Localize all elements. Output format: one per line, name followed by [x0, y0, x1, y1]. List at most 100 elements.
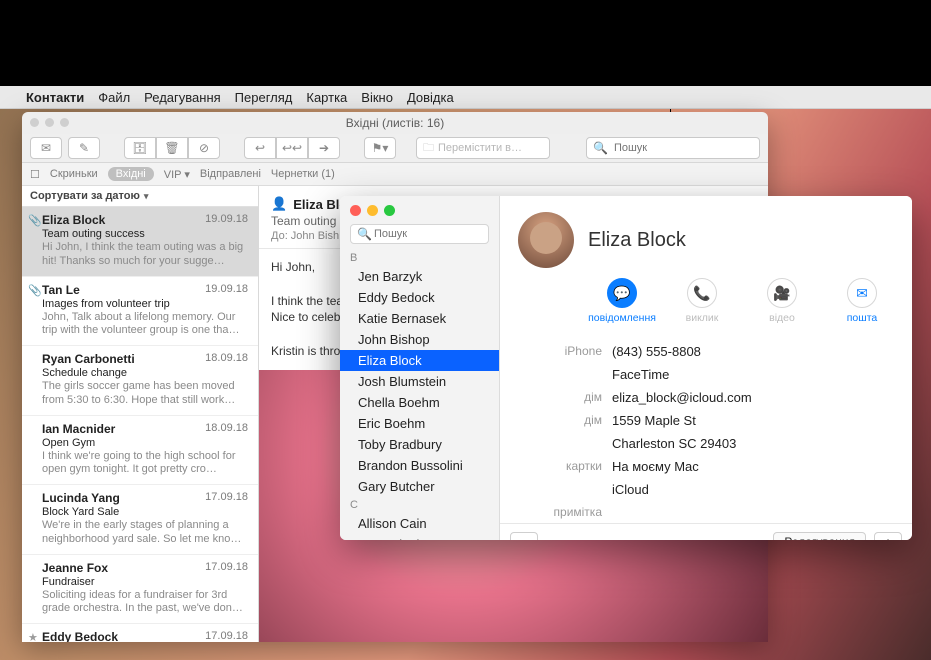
- archive-button[interactable]: 🗄: [124, 137, 156, 159]
- contact-item[interactable]: Eddy Bedock: [340, 287, 499, 308]
- get-mail-button[interactable]: ✉: [30, 137, 62, 159]
- edit-button[interactable]: Редагування: [773, 532, 866, 540]
- tab-mailboxes[interactable]: Скриньки: [50, 168, 98, 180]
- contacts-window: 🔍 BJen BarzykEddy BedockKatie BernasekJo…: [340, 196, 912, 540]
- tab-inbox[interactable]: Вхідні: [108, 167, 154, 181]
- field-value[interactable]: FaceTime: [612, 367, 669, 382]
- delete-button[interactable]: 🗑: [156, 137, 188, 159]
- junk-button[interactable]: ⊘: [188, 137, 220, 159]
- message-item[interactable]: Lucinda Yang17.09.18Block Yard SaleWe're…: [22, 485, 258, 555]
- menu-edit[interactable]: Редагування: [144, 90, 221, 105]
- contact-item[interactable]: Chella Boehm: [340, 392, 499, 413]
- menu-view[interactable]: Перегляд: [235, 90, 293, 105]
- contact-item[interactable]: Toby Bradbury: [340, 434, 499, 455]
- menu-file[interactable]: Файл: [98, 90, 130, 105]
- move-to-selector[interactable]: 🗀 Перемістити в…: [416, 137, 550, 159]
- menu-help[interactable]: Довідка: [407, 90, 454, 105]
- menu-card[interactable]: Картка: [306, 90, 347, 105]
- reply-all-button[interactable]: ↩↩: [276, 137, 308, 159]
- message-item[interactable]: 📎Tan Le19.09.18Images from volunteer tri…: [22, 277, 258, 347]
- action-label: повідомлення: [588, 312, 656, 324]
- tab-vip[interactable]: VIP ▾: [164, 168, 190, 181]
- message-preview: John, Talk about a lifelong memory. Our …: [42, 311, 250, 339]
- zoom-icon[interactable]: [384, 205, 395, 216]
- contact-icon[interactable]: 👤: [271, 196, 287, 212]
- mail-title-bar[interactable]: Вхідні (листів: 16): [22, 112, 768, 134]
- contact-item[interactable]: John Bishop: [340, 329, 499, 350]
- mail-window-title: Вхідні (листів: 16): [346, 116, 444, 130]
- tab-drafts[interactable]: Чернетки (1): [271, 168, 335, 180]
- message-item[interactable]: Ryan Carbonetti18.09.18Schedule changeTh…: [22, 346, 258, 416]
- contact-card: Eliza Block 💬 повідомлення 📞 виклик 🎥 ві…: [500, 196, 912, 540]
- field-label: iPhone: [518, 344, 612, 359]
- contacts-search-input[interactable]: [372, 227, 482, 241]
- tab-sent[interactable]: Відправлені: [200, 168, 261, 180]
- attachment-icon: 📎: [28, 214, 42, 227]
- star-icon: ★: [28, 631, 38, 642]
- contact-item[interactable]: Allison Cain: [340, 513, 499, 534]
- field-value[interactable]: На моєму Mac: [612, 459, 699, 474]
- message-date: 17.09.18: [205, 630, 248, 642]
- move-placeholder: Перемістити в…: [438, 142, 522, 154]
- message-item[interactable]: Ian Macnider18.09.18Open GymI think we'r…: [22, 416, 258, 486]
- message-item[interactable]: ★Eddy Bedock17.09.18Coming to TownHey, s…: [22, 624, 258, 642]
- flag-button[interactable]: ⚑▾: [364, 137, 396, 159]
- field-value[interactable]: (843) 555-8808: [612, 344, 701, 359]
- contacts-traffic-lights[interactable]: [340, 196, 499, 224]
- message-item[interactable]: 📎Eliza Block19.09.18Team outing successH…: [22, 207, 258, 277]
- callout-area: [0, 0, 931, 86]
- forward-button[interactable]: ➔: [308, 137, 340, 159]
- share-icon: ⇪: [883, 537, 893, 540]
- avatar[interactable]: [518, 212, 574, 268]
- contact-item[interactable]: Brandon Bussolini: [340, 455, 499, 476]
- field-value[interactable]: Charleston SC 29403: [612, 436, 736, 451]
- attachment-icon: 📎: [28, 284, 42, 297]
- field-value[interactable]: iCloud: [612, 482, 649, 497]
- minimize-icon[interactable]: [45, 118, 54, 127]
- field-value[interactable]: 1559 Maple St: [612, 413, 696, 428]
- minimize-icon[interactable]: [367, 205, 378, 216]
- contact-item[interactable]: Jen Barzyk: [340, 266, 499, 287]
- message-action[interactable]: 💬 повідомлення: [590, 278, 654, 324]
- mail-action[interactable]: ✉ пошта: [830, 278, 894, 324]
- field-label: дім: [518, 390, 612, 405]
- mail-search-input[interactable]: [612, 141, 736, 155]
- call-action[interactable]: 📞 виклик: [670, 278, 734, 324]
- compose-button[interactable]: ✎: [68, 137, 100, 159]
- contact-item[interactable]: Eliza Block: [340, 350, 499, 371]
- message-icon: 💬: [607, 278, 637, 308]
- action-label: виклик: [686, 312, 719, 324]
- message-date: 18.09.18: [205, 422, 248, 434]
- menu-contacts[interactable]: Контакти: [26, 90, 84, 105]
- contacts-search[interactable]: 🔍: [350, 224, 489, 244]
- section-header: B: [340, 250, 499, 266]
- contacts-list[interactable]: BJen BarzykEddy BedockKatie BernasekJohn…: [340, 250, 499, 540]
- contact-item[interactable]: Joe Calonje: [340, 534, 499, 540]
- sort-selector[interactable]: Сортувати за датою ▾: [22, 186, 258, 207]
- contact-item[interactable]: Gary Butcher: [340, 476, 499, 497]
- contact-item[interactable]: Josh Blumstein: [340, 371, 499, 392]
- contacts-sidebar: 🔍 BJen BarzykEddy BedockKatie BernasekJo…: [340, 196, 500, 540]
- add-button[interactable]: ＋: [510, 532, 538, 540]
- video-action[interactable]: 🎥 відео: [750, 278, 814, 324]
- field-value[interactable]: eliza_block@icloud.com: [612, 390, 752, 405]
- menu-bar: Контакти Файл Редагування Перегляд Картк…: [0, 86, 931, 109]
- mail-search[interactable]: 🔍: [586, 137, 760, 159]
- close-icon[interactable]: [350, 205, 361, 216]
- sidebar-toggle-icon[interactable]: ☐: [30, 168, 40, 181]
- reply-button[interactable]: ↩: [244, 137, 276, 159]
- zoom-icon[interactable]: [60, 118, 69, 127]
- video-icon: 🎥: [767, 278, 797, 308]
- contact-item[interactable]: Eric Boehm: [340, 413, 499, 434]
- menu-window[interactable]: Вікно: [361, 90, 393, 105]
- contact-item[interactable]: Katie Bernasek: [340, 308, 499, 329]
- close-icon[interactable]: [30, 118, 39, 127]
- message-subject: Open Gym: [42, 437, 250, 449]
- message-preview: Soliciting ideas for a fundraiser for 3r…: [42, 589, 250, 617]
- traffic-lights[interactable]: [30, 118, 69, 127]
- chevron-down-icon: ▾: [144, 191, 149, 202]
- message-item[interactable]: Jeanne Fox17.09.18FundraiserSoliciting i…: [22, 555, 258, 625]
- message-preview: The girls soccer game has been moved fro…: [42, 380, 250, 408]
- contact-name: Eliza Block: [588, 229, 686, 252]
- share-button[interactable]: ⇪: [874, 532, 902, 540]
